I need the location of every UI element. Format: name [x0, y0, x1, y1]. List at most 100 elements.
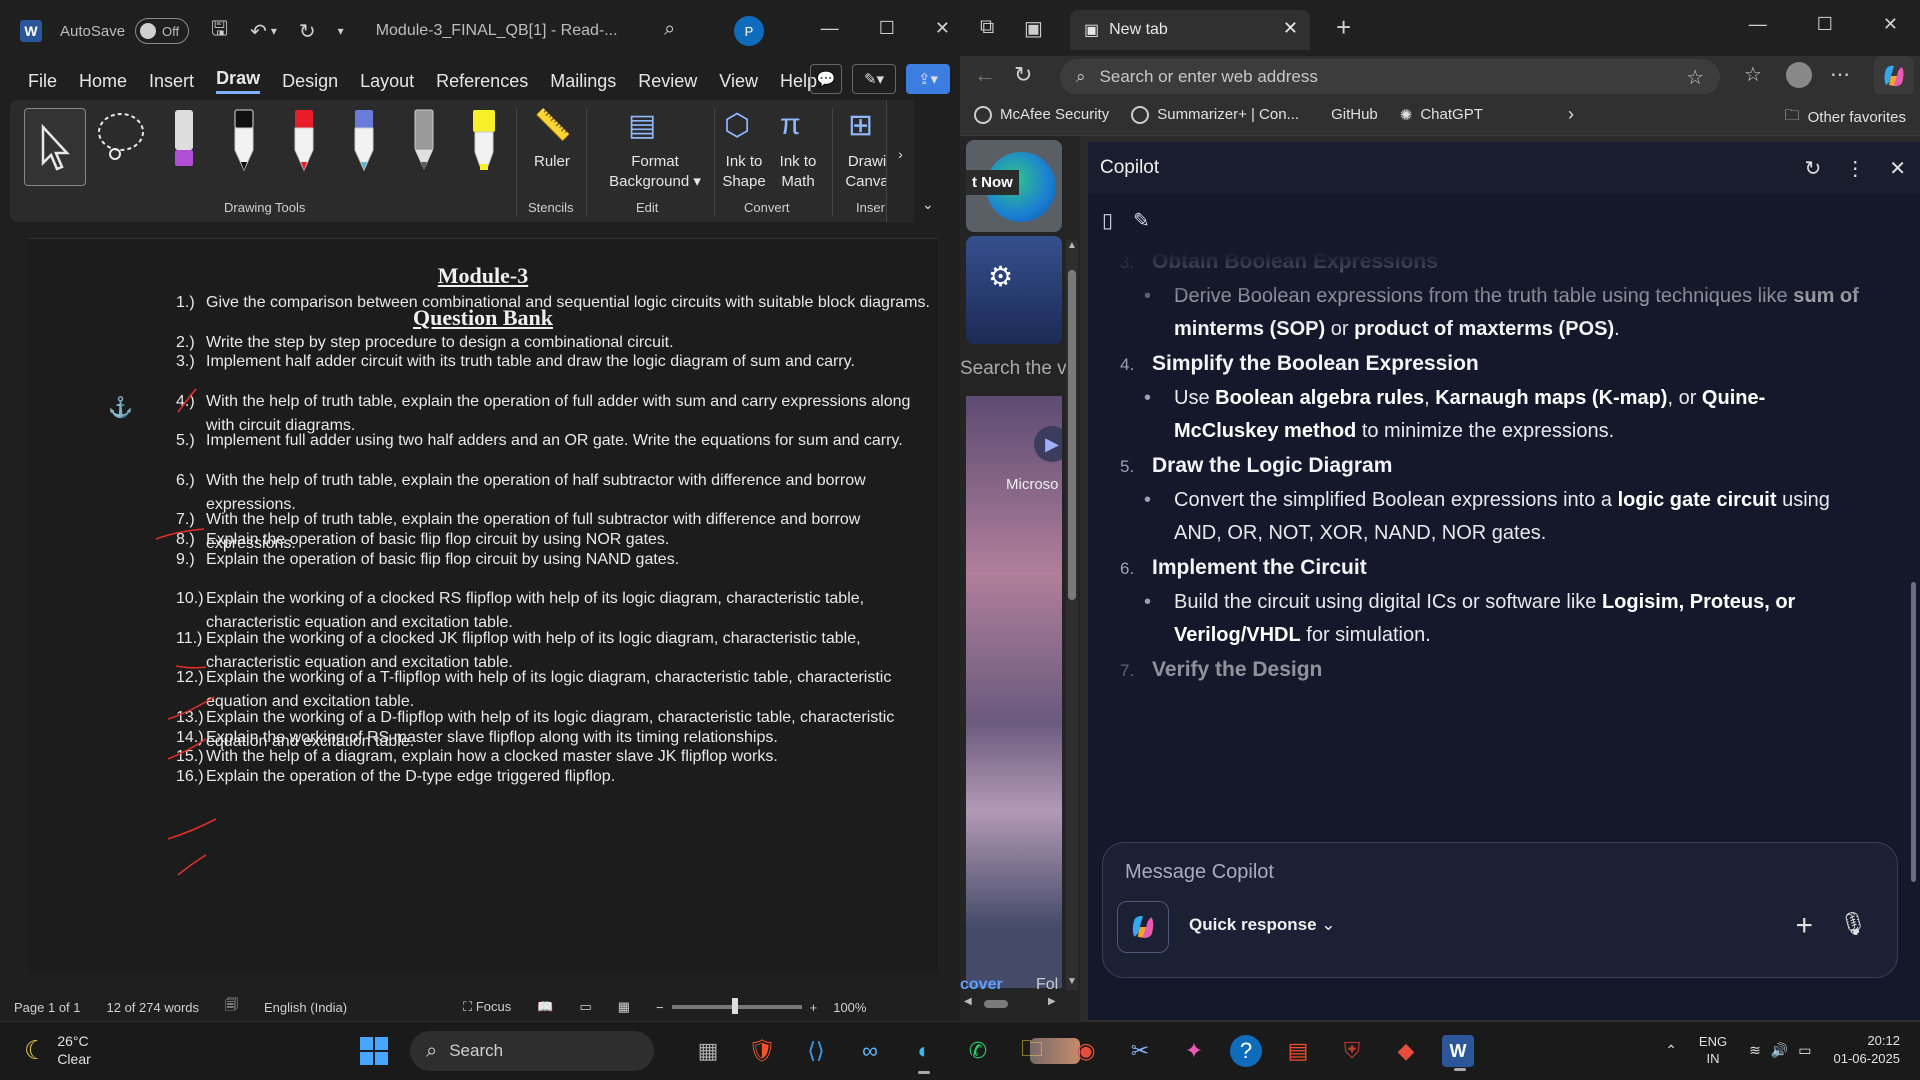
editing-mode-button[interactable]: ✎▾ — [852, 64, 896, 94]
document-page[interactable]: Module-3 Question Bank ⚓ 1.) Give the com… — [28, 239, 938, 974]
more-options-icon[interactable]: ⋮ — [1845, 156, 1865, 181]
file-explorer-icon[interactable]: 🗀 — [1014, 1032, 1050, 1070]
discover-tab[interactable]: cover — [960, 976, 1003, 994]
copilot-mode-icon[interactable] — [1117, 901, 1169, 953]
pencil-tool[interactable] — [398, 108, 450, 184]
zoom-thumb[interactable] — [731, 998, 738, 1014]
proofing-icon[interactable]: 🗐 — [225, 996, 238, 1018]
search-web-partial[interactable]: Search the v — [960, 358, 1067, 380]
copilot-icon[interactable] — [1874, 56, 1914, 96]
minimize-icon[interactable]: — — [821, 18, 839, 39]
refresh-icon[interactable]: ↻ — [1804, 156, 1821, 181]
tab-review[interactable]: Review — [638, 71, 697, 92]
microphone-icon[interactable]: 🎙 — [1839, 911, 1867, 937]
zoom-out-icon[interactable]: − — [656, 1000, 664, 1015]
fav-mcafee[interactable]: McAfee Security — [974, 105, 1109, 124]
scroll-thumb[interactable] — [1068, 270, 1076, 600]
format-background-button[interactable]: Format Background ▾ — [600, 152, 710, 192]
anydesk-icon[interactable]: ◆ — [1388, 1032, 1424, 1070]
ribbon-expand-icon[interactable]: ⌄ — [922, 196, 934, 213]
comments-button[interactable]: 💬 — [810, 64, 842, 94]
ribbon-scroll-right-icon[interactable]: › — [886, 100, 914, 222]
mcafee-icon[interactable]: ⛨ — [1334, 1032, 1370, 1070]
scroll-down-icon[interactable]: ▼ — [1067, 976, 1077, 987]
copilot-scrollbar[interactable] — [1911, 582, 1916, 882]
account-avatar[interactable]: P — [734, 16, 764, 46]
drawing-canvas-button[interactable]: Drawi Canva — [842, 152, 892, 192]
scroll-right-icon[interactable]: ▶ — [1048, 996, 1056, 1007]
more-options-icon[interactable]: ⋯ — [1830, 62, 1850, 87]
vscode-icon[interactable]: ⟨⟩ — [798, 1032, 834, 1070]
clock[interactable]: 20:12 01-06-2025 — [1834, 1032, 1901, 1068]
copilot-icon[interactable]: ✦ — [1176, 1032, 1212, 1070]
promo-card[interactable]: t Now — [966, 140, 1062, 232]
search-icon[interactable]: ⌕ — [664, 18, 675, 41]
chevron-right-icon[interactable]: › — [1568, 104, 1574, 125]
share-button[interactable]: ⇪▾ — [906, 64, 950, 94]
zoom-level[interactable]: 100% — [833, 1000, 866, 1015]
zoom-slider[interactable] — [671, 998, 802, 1014]
black-pen-tool[interactable] — [218, 108, 270, 184]
other-favorites[interactable]: 🗀 Other favorites — [1785, 105, 1906, 130]
back-icon[interactable]: ← — [974, 62, 996, 88]
ruler-button[interactable]: Ruler — [534, 152, 570, 172]
input-language[interactable]: ENG IN — [1699, 1033, 1727, 1067]
scroll-up-icon[interactable]: ▲ — [1067, 240, 1077, 251]
tab-new-tab[interactable]: ▣ New tab ✕ — [1070, 10, 1310, 50]
eraser-tool[interactable] — [158, 108, 210, 184]
tab-draw[interactable]: Draw — [216, 68, 261, 94]
page-count[interactable]: Page 1 of 1 — [14, 1000, 81, 1015]
fav-chatgpt[interactable]: ✺ ChatGPT — [1400, 106, 1483, 124]
drawing-canvas-icon[interactable]: ⊞ — [848, 108, 873, 143]
new-chat-icon[interactable]: ✎ — [1133, 208, 1150, 233]
ink-to-math-icon[interactable]: π — [780, 108, 801, 142]
microsoft-start-icon[interactable]: ▶ — [1034, 426, 1062, 462]
favorites-icon[interactable]: ☆ — [1744, 62, 1762, 87]
autosave-toggle[interactable]: Off — [135, 18, 190, 44]
add-icon[interactable]: + — [1795, 909, 1813, 943]
address-bar[interactable]: ⌕ Search or enter web address ☆ — [1060, 59, 1720, 95]
highlighter-tool[interactable] — [458, 108, 510, 184]
minimize-icon[interactable]: — — [1749, 14, 1767, 35]
undo-icon[interactable]: ↶ — [250, 19, 267, 44]
read-mode-icon[interactable]: 📖 — [537, 999, 553, 1015]
redo-icon[interactable]: ↻ — [299, 19, 316, 44]
tab-design[interactable]: Design — [282, 71, 338, 92]
hscroll-thumb[interactable] — [984, 1000, 1008, 1008]
following-tab[interactable]: Fol — [1036, 976, 1058, 994]
maximize-icon[interactable]: ☐ — [1817, 14, 1833, 35]
customize-qat-icon[interactable]: ▾ — [338, 24, 344, 38]
tab-view[interactable]: View — [719, 71, 758, 92]
weather-widget[interactable]: ☾ 26°C Clear — [24, 1032, 91, 1068]
network-volume-battery[interactable]: ≋ 🔊 ▭ — [1749, 1042, 1811, 1059]
refresh-icon[interactable]: ↻ — [1014, 62, 1032, 88]
help-icon[interactable]: ? — [1230, 1035, 1262, 1067]
tab-mailings[interactable]: Mailings — [550, 71, 616, 92]
close-tab-icon[interactable]: ✕ — [1283, 18, 1298, 39]
zoom-in-icon[interactable]: + — [810, 1000, 818, 1015]
taskbar-search[interactable]: ⌕ Search — [410, 1031, 1080, 1071]
lasso-tool[interactable] — [94, 108, 146, 184]
word-icon[interactable]: W — [1442, 1035, 1474, 1071]
ink-to-shape-icon[interactable]: ⬡ — [724, 108, 750, 143]
red-pen-tool[interactable] — [278, 108, 330, 184]
sidebar-toggle-icon[interactable]: ▯ — [1102, 208, 1113, 233]
undo-dropdown-icon[interactable]: ▾ — [271, 24, 277, 38]
snipping-tool-icon[interactable]: ✂ — [1122, 1032, 1158, 1070]
word-count[interactable]: 12 of 274 words — [107, 1000, 200, 1015]
ruler-icon[interactable]: 📏 — [534, 108, 571, 143]
app-icon[interactable]: ∞ — [852, 1032, 888, 1070]
settings-card[interactable]: ⚙ — [966, 236, 1062, 344]
scroll-left-icon[interactable]: ◀ — [964, 996, 972, 1007]
message-input[interactable]: Message Copilot Quick response ⌄ + 🎙 — [1102, 842, 1898, 978]
galaxy-pen-tool[interactable] — [338, 108, 390, 184]
response-mode-dropdown[interactable]: Quick response ⌄ — [1189, 915, 1336, 935]
whatsapp-icon[interactable]: ✆ — [960, 1032, 996, 1070]
start-button[interactable] — [360, 1037, 388, 1065]
close-icon[interactable]: ✕ — [1889, 156, 1906, 181]
tab-layout[interactable]: Layout — [360, 71, 414, 92]
brave-icon[interactable]: 🛡 — [744, 1032, 780, 1070]
vertical-scrollbar[interactable]: ▲ ▼ — [1066, 240, 1078, 990]
favorite-star-icon[interactable]: ☆ — [1686, 65, 1704, 90]
workspaces-icon[interactable]: ⧉ — [980, 16, 994, 39]
